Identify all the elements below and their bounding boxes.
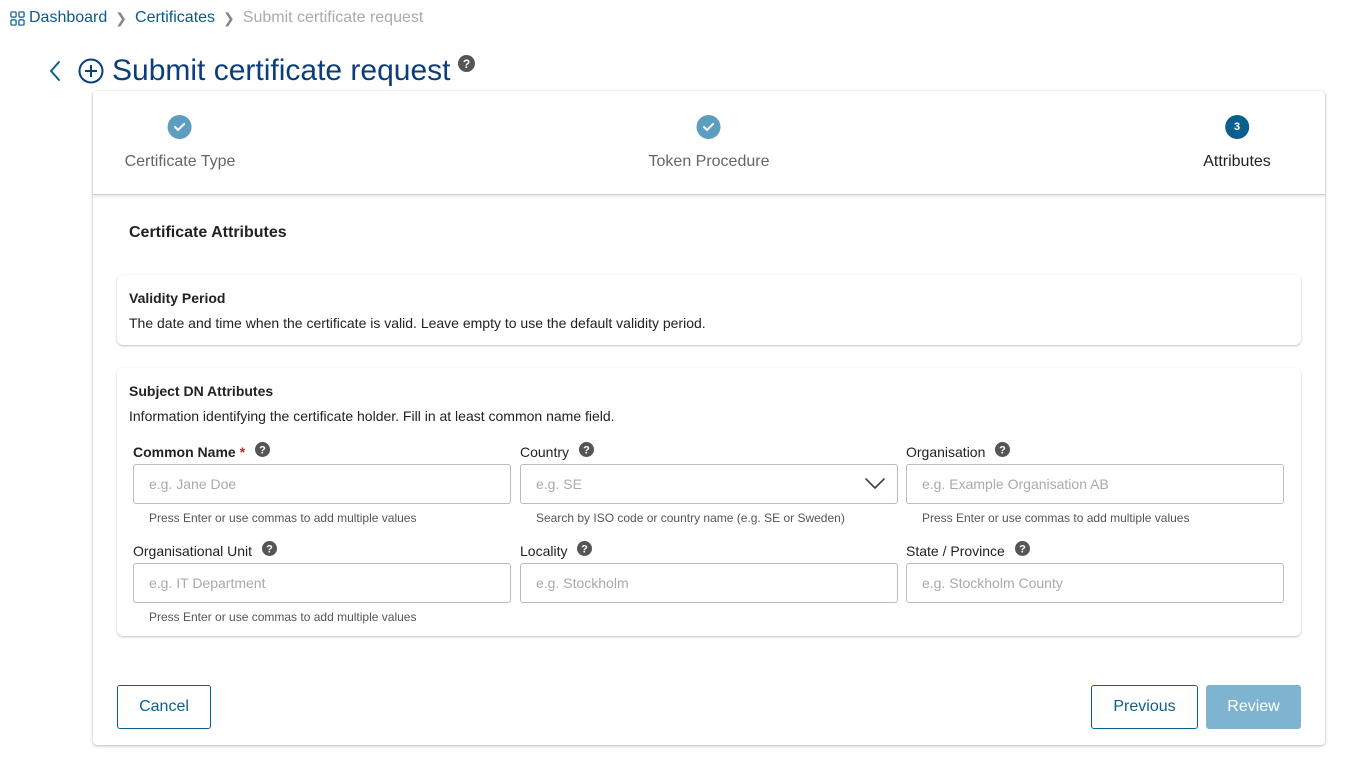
panel-description: The date and time when the certificate i…: [129, 315, 706, 331]
field-label: Common Name * ?: [133, 441, 271, 460]
locality-label: Locality: [520, 543, 568, 559]
panel-title: Subject DN Attributes: [129, 383, 274, 399]
stepper: Certificate Type Token Procedure 3 Attri…: [93, 91, 1325, 195]
add-circle-icon: [78, 58, 104, 84]
state-province-label: State / Province: [906, 543, 1005, 559]
svg-text:?: ?: [583, 444, 590, 456]
step-label: Attributes: [1203, 153, 1271, 170]
organisation-input[interactable]: [906, 464, 1284, 504]
help-icon[interactable]: ?: [458, 54, 476, 72]
chevron-right-icon: ❯: [223, 9, 235, 26]
step-token-procedure[interactable]: Token Procedure: [648, 115, 770, 171]
step-label: Certificate Type: [124, 153, 236, 170]
page-title: Submit certificate request: [112, 54, 451, 87]
subject-dn-panel: Subject DN Attributes Information identi…: [117, 368, 1301, 636]
review-button[interactable]: Review: [1206, 685, 1301, 729]
field-hint: Press Enter or use commas to add multipl…: [922, 511, 1190, 525]
field-label: Organisational Unit ?: [133, 540, 278, 559]
panel-description: Information identifying the certificate …: [129, 408, 615, 424]
step-complete-check: [697, 115, 721, 139]
svg-text:?: ?: [582, 543, 589, 555]
step-attributes[interactable]: 3 Attributes: [1203, 115, 1271, 171]
common-name-input[interactable]: [133, 464, 511, 504]
help-icon[interactable]: ?: [262, 540, 278, 556]
svg-text:?: ?: [1019, 543, 1026, 555]
chevron-left-icon: [50, 61, 60, 81]
state-province-input[interactable]: [906, 563, 1284, 603]
svg-text:?: ?: [259, 444, 266, 456]
page-header: Submit certificate request ?: [44, 52, 476, 90]
breadcrumb: Dashboard ❯ Certificates ❯ Submit certif…: [10, 8, 423, 28]
chevron-right-icon: ❯: [115, 9, 128, 26]
validity-period-panel[interactable]: Validity Period The date and time when t…: [117, 275, 1301, 345]
step-label: Token Procedure: [648, 153, 770, 170]
step-certificate-type[interactable]: Certificate Type: [124, 115, 236, 171]
step-complete-check: [168, 115, 192, 139]
section-title: Certificate Attributes: [129, 224, 287, 241]
svg-text:?: ?: [1000, 444, 1007, 456]
wizard-card: Certificate Type Token Procedure 3 Attri…: [93, 91, 1325, 745]
check-icon: [703, 123, 715, 131]
help-icon[interactable]: ?: [1014, 540, 1030, 556]
field-label: Locality ?: [520, 540, 593, 559]
field-label: State / Province ?: [906, 540, 1030, 559]
field-hint: Search by ISO code or country name (e.g.…: [536, 511, 845, 525]
previous-button[interactable]: Previous: [1091, 685, 1198, 729]
svg-text:?: ?: [463, 57, 470, 71]
panel-title: Validity Period: [129, 290, 226, 306]
organisational-unit-label: Organisational Unit: [133, 543, 253, 559]
help-icon[interactable]: ?: [579, 441, 595, 457]
field-label: Organisation ?: [906, 441, 1011, 460]
cancel-button[interactable]: Cancel: [117, 685, 211, 729]
common-name-label: Common Name: [133, 444, 236, 460]
step-number: 3: [1225, 115, 1249, 139]
country-select[interactable]: [520, 464, 898, 504]
help-icon[interactable]: ?: [995, 441, 1011, 457]
svg-text:?: ?: [266, 543, 273, 555]
country-label: Country: [520, 444, 570, 460]
locality-input[interactable]: [520, 563, 898, 603]
field-hint: Press Enter or use commas to add multipl…: [149, 610, 417, 624]
breadcrumb-current: Submit certificate request: [242, 9, 424, 26]
breadcrumb-certificates[interactable]: Certificates: [135, 9, 215, 27]
organisation-label: Organisation: [906, 444, 986, 460]
help-icon[interactable]: ?: [255, 441, 271, 457]
help-icon[interactable]: ?: [577, 540, 593, 556]
dashboard-grid-icon: [10, 10, 25, 26]
back-button[interactable]: [44, 57, 66, 85]
check-icon: [174, 123, 186, 131]
breadcrumb-dashboard[interactable]: Dashboard: [29, 9, 107, 27]
required-asterisk: *: [239, 444, 246, 460]
field-label: Country ?: [520, 441, 595, 460]
field-hint: Press Enter or use commas to add multipl…: [149, 511, 417, 525]
organisational-unit-input[interactable]: [133, 563, 511, 603]
